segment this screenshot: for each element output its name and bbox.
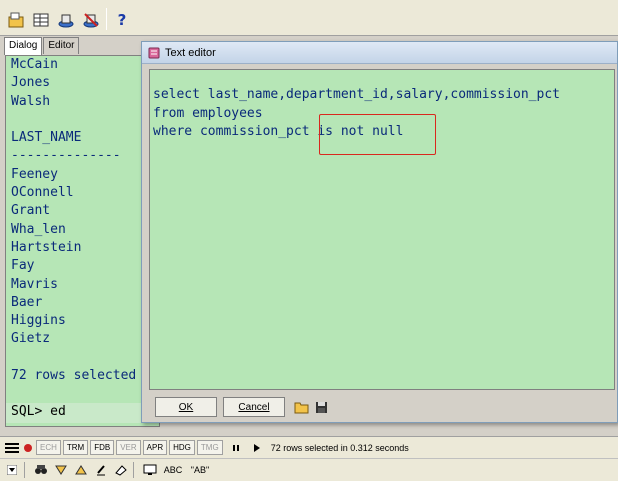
find-binoculars-icon[interactable] <box>33 462 49 478</box>
find-next-down-icon[interactable] <box>53 462 69 478</box>
status-indicator-apr[interactable]: APR <box>142 440 168 455</box>
record-icon[interactable] <box>20 440 36 456</box>
sql-editor-area[interactable]: select last_name,department_id,salary,co… <box>149 69 615 390</box>
output-line: Feeney <box>11 166 58 182</box>
output-line: Baer <box>11 294 43 310</box>
output-line: Gietz <box>11 331 51 347</box>
sqlplus-window: ? Dialog Editor McCain Jones Walsh LAST_… <box>0 0 618 481</box>
eraser-icon[interactable] <box>113 462 129 478</box>
quote-case-icon[interactable]: "AB" <box>188 462 212 478</box>
header-underline: -------------- <box>11 148 121 164</box>
output-line: Mavris <box>11 276 58 292</box>
status-indicator-hdg[interactable]: HDG <box>169 440 195 455</box>
sql-output-pane[interactable]: McCain Jones Walsh LAST_NAME -----------… <box>5 55 160 427</box>
ok-button[interactable]: OK <box>155 397 217 417</box>
highlight-annotation-box <box>319 114 436 155</box>
database-grid-icon[interactable] <box>30 9 52 31</box>
text-editor-app-icon <box>148 47 160 58</box>
abc-case-icon[interactable]: ABC <box>162 462 184 478</box>
output-line: Higgins <box>11 313 66 329</box>
output-line: Hartstein <box>11 239 82 255</box>
pane-tabs: Dialog Editor <box>4 37 80 55</box>
text-editor-dialog: Text editor select last_name,department_… <box>141 41 618 423</box>
output-line: Walsh <box>11 93 51 109</box>
open-file-icon[interactable] <box>5 9 27 31</box>
tab-dialog[interactable]: Dialog <box>4 37 43 55</box>
status-indicator-fdb[interactable]: FDB <box>90 440 115 455</box>
rows-selected-message: 72 rows selected <box>11 368 137 384</box>
screen-icon[interactable] <box>142 462 158 478</box>
status-indicator-ver[interactable]: VER <box>116 440 141 455</box>
clear-text-icon[interactable] <box>93 462 109 478</box>
code-line: select last_name,department_id,salary,co… <box>153 87 560 102</box>
output-line: OConnell <box>11 185 74 201</box>
play-icon[interactable] <box>249 440 265 456</box>
bottom-toolbar: ABC "AB" <box>0 458 618 481</box>
output-line: Wha_len <box>11 221 66 237</box>
status-indicator-trm[interactable]: TRM <box>62 440 89 455</box>
menu-lines-icon[interactable] <box>4 440 20 456</box>
main-toolbar: ? <box>0 0 618 36</box>
toolbar-separator <box>106 8 107 30</box>
open-folder-icon[interactable] <box>293 399 309 415</box>
connect-icon[interactable] <box>55 9 77 31</box>
dialog-button-bar: OK Cancel <box>149 393 615 421</box>
status-indicator-ech[interactable]: ECH <box>36 440 61 455</box>
output-line: Grant <box>11 203 51 219</box>
find-prev-up-icon[interactable] <box>73 462 89 478</box>
status-indicator-tmg[interactable]: TMG <box>196 440 223 455</box>
sql-prompt-row[interactable]: SQL> ed <box>6 403 159 423</box>
output-line: Fay <box>11 258 35 274</box>
disconnect-icon[interactable] <box>80 9 102 31</box>
help-icon[interactable]: ? <box>111 9 133 31</box>
toolbar-separator <box>133 462 134 478</box>
status-bar: ECH TRM FDB VER APR HDG TMG 72 rows sele… <box>0 436 618 458</box>
dialog-titlebar[interactable]: Text editor <box>142 42 617 64</box>
column-header: LAST_NAME <box>11 130 82 146</box>
pause-icon[interactable] <box>229 440 245 456</box>
output-line: Jones <box>11 75 51 91</box>
cancel-button[interactable]: Cancel <box>223 397 285 417</box>
output-line: McCain <box>11 57 58 72</box>
save-disk-icon[interactable] <box>313 399 329 415</box>
sql-prompt[interactable]: SQL> ed <box>6 403 159 421</box>
dialog-title: Text editor <box>165 46 216 59</box>
status-message: 72 rows selected in 0.312 seconds <box>270 442 409 453</box>
dropdown-arrow-icon[interactable] <box>4 462 20 478</box>
toolbar-separator <box>24 462 25 478</box>
tab-editor[interactable]: Editor <box>43 37 80 54</box>
